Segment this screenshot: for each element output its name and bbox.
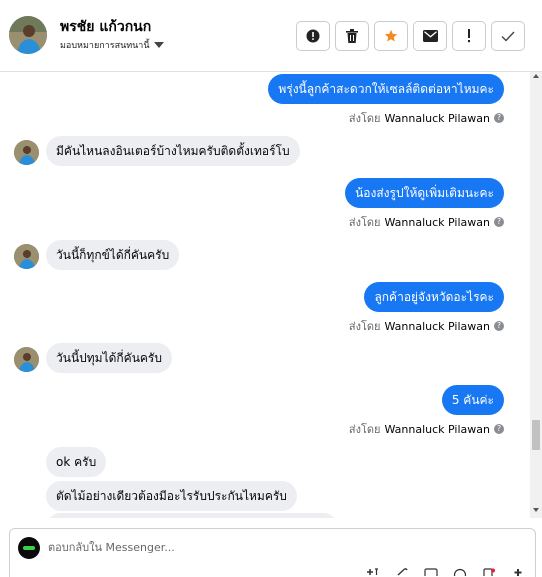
help-icon[interactable]: ? bbox=[494, 217, 504, 227]
checkmark-icon bbox=[501, 31, 515, 42]
header-actions bbox=[296, 21, 525, 51]
sent-by-prefix: ส่งโดย bbox=[348, 216, 381, 229]
gif-icon[interactable] bbox=[423, 568, 439, 577]
email-button[interactable] bbox=[413, 21, 447, 51]
scroll-down-arrow-icon[interactable] bbox=[533, 508, 539, 512]
alert-button[interactable] bbox=[296, 21, 330, 51]
sent-by-label: ส่งโดย Wannaluck Pilawan ? bbox=[349, 317, 504, 335]
scroll-up-arrow-icon[interactable] bbox=[533, 74, 539, 78]
message-thread: พรุ่งนี้ลูกค้าสะดวกให้เซลล์ติดต่อหาไหมคะ… bbox=[0, 72, 530, 518]
incoming-message[interactable]: มีคันไหนลงอินเตอร์บ้างไหมครับติดตั้งเทอร… bbox=[46, 136, 300, 166]
assign-label: มอบหมายการสนทนานี้ bbox=[60, 41, 150, 51]
agent-name: Wannaluck Pilawan bbox=[384, 319, 491, 333]
conversation-header: พรชัย แก้วกนก มอบหมายการสนทนานี้ bbox=[0, 0, 542, 72]
contact-name[interactable]: พรชัย แก้วกนก bbox=[60, 16, 151, 38]
incoming-message[interactable]: วันนี้ปทุมได้กี่คันครับ bbox=[46, 343, 172, 373]
saved-reply-icon[interactable] bbox=[365, 568, 381, 577]
incoming-message-partial[interactable] bbox=[46, 513, 338, 518]
page-avatar bbox=[18, 537, 40, 559]
contact-avatar-small bbox=[14, 244, 39, 269]
thread-scrollbar[interactable] bbox=[530, 72, 542, 518]
star-button[interactable] bbox=[374, 21, 408, 51]
delete-button[interactable] bbox=[335, 21, 369, 51]
agent-name: Wannaluck Pilawan bbox=[384, 422, 491, 436]
composer-toolbar bbox=[365, 568, 526, 577]
sent-by-label: ส่งโดย Wannaluck Pilawan ? bbox=[349, 420, 504, 438]
agent-name: Wannaluck Pilawan bbox=[384, 215, 491, 229]
chevron-down-icon bbox=[153, 42, 164, 48]
contact-avatar-small bbox=[14, 140, 39, 165]
incoming-message[interactable]: ok ครับ bbox=[46, 447, 107, 477]
exclamation-icon bbox=[468, 29, 470, 43]
outgoing-message[interactable]: 5 คันค่ะ bbox=[441, 385, 504, 415]
sent-by-prefix: ส่งโดย bbox=[348, 423, 381, 436]
contact-avatar-small bbox=[14, 347, 39, 372]
sent-by-label: ส่งโดย Wannaluck Pilawan ? bbox=[349, 213, 504, 231]
mark-done-button[interactable] bbox=[491, 21, 525, 51]
sent-by-prefix: ส่งโดย bbox=[348, 112, 381, 125]
help-icon[interactable]: ? bbox=[494, 424, 504, 434]
sticker-icon[interactable] bbox=[481, 568, 497, 577]
reply-input[interactable] bbox=[48, 541, 348, 554]
outgoing-message[interactable]: พรุ่งนี้ลูกค้าสะดวกให้เซลล์ติดต่อหาไหมคะ bbox=[268, 74, 504, 104]
incoming-message[interactable]: วันนี้ก็ทุกข์ได้กี่คันครับ bbox=[46, 240, 180, 270]
emoji-icon[interactable] bbox=[452, 568, 468, 577]
scroll-thumb[interactable] bbox=[532, 420, 540, 450]
assign-conversation-dropdown[interactable]: มอบหมายการสนทนานี้ bbox=[60, 38, 164, 52]
star-icon bbox=[384, 29, 398, 42]
incoming-message[interactable]: ตัดไม้อย่างเดียวต้องมีอะไรรับประกันไหมคร… bbox=[46, 481, 297, 511]
sent-by-prefix: ส่งโดย bbox=[348, 320, 381, 333]
attach-icon[interactable] bbox=[394, 568, 410, 577]
trash-icon bbox=[346, 29, 358, 43]
contact-avatar[interactable] bbox=[9, 16, 47, 54]
reply-composer bbox=[9, 528, 536, 577]
outgoing-message[interactable]: ลูกค้าอยู่จังหวัดอะไรคะ bbox=[364, 282, 504, 312]
help-icon[interactable]: ? bbox=[494, 113, 504, 123]
alert-circle-icon bbox=[306, 29, 320, 43]
more-options-icon[interactable] bbox=[510, 568, 526, 577]
envelope-icon bbox=[422, 30, 438, 42]
help-icon[interactable]: ? bbox=[494, 321, 504, 331]
outgoing-message[interactable]: น้องส่งรูปให้ดูเพิ่มเติมนะคะ bbox=[345, 178, 504, 208]
agent-name: Wannaluck Pilawan bbox=[384, 111, 491, 125]
mark-important-button[interactable] bbox=[452, 21, 486, 51]
sent-by-label: ส่งโดย Wannaluck Pilawan ? bbox=[349, 109, 504, 127]
